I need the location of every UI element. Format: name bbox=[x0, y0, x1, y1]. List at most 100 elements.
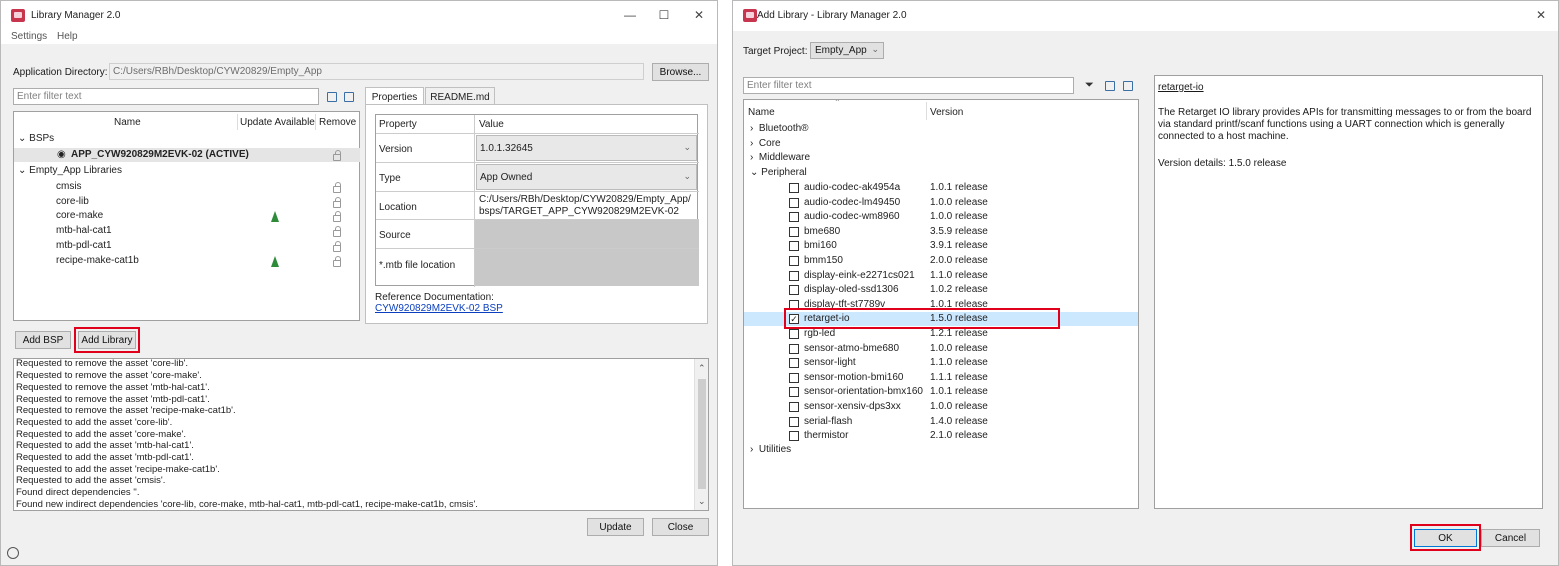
properties-table: Property Value Version 1.0.1.32645 ⌄ Typ… bbox=[375, 114, 699, 287]
chevron-down-icon[interactable]: ⌄ bbox=[18, 133, 26, 144]
library-item[interactable]: recipe-make-cat1b bbox=[56, 254, 139, 268]
library-checkbox[interactable] bbox=[789, 373, 799, 383]
update-button[interactable]: Update bbox=[587, 518, 644, 536]
maximize-icon[interactable]: ☐ bbox=[652, 6, 676, 24]
libraries-group[interactable]: ⌄ Empty_App Libraries bbox=[18, 164, 122, 178]
cancel-button[interactable]: Cancel bbox=[1481, 529, 1540, 547]
collapse-all-icon[interactable] bbox=[327, 92, 337, 102]
bsps-group[interactable]: ⌄ BSPs bbox=[18, 132, 54, 146]
expand-all-icon[interactable] bbox=[1123, 81, 1133, 91]
category-middleware[interactable]: › Middleware bbox=[750, 151, 810, 165]
library-name[interactable]: serial-flash bbox=[804, 415, 852, 429]
header-divider bbox=[315, 114, 316, 130]
library-item[interactable]: core-lib bbox=[56, 195, 89, 209]
library-checkbox[interactable] bbox=[789, 285, 799, 295]
type-select[interactable]: App Owned ⌄ bbox=[476, 164, 697, 190]
library-checkbox[interactable] bbox=[789, 329, 799, 339]
library-name[interactable]: display-oled-ssd1306 bbox=[804, 283, 899, 297]
menu-help[interactable]: Help bbox=[57, 31, 78, 42]
category-peripheral[interactable]: ⌄ Peripheral bbox=[750, 166, 807, 180]
library-checkbox[interactable] bbox=[789, 344, 799, 354]
library-name[interactable]: sensor-motion-bmi160 bbox=[804, 371, 904, 385]
chevron-down-icon[interactable]: ⌄ bbox=[750, 167, 758, 178]
prop-source-label: Source bbox=[379, 230, 411, 241]
ref-doc-link[interactable]: CYW920829M2EVK-02 BSP bbox=[375, 303, 503, 314]
filter-input[interactable]: Enter filter text bbox=[743, 77, 1074, 94]
library-name[interactable]: display-eink-e2271cs021 bbox=[804, 269, 915, 283]
col-name-header[interactable]: Name bbox=[748, 107, 775, 118]
close-icon[interactable]: ✕ bbox=[687, 6, 711, 24]
library-checkbox[interactable] bbox=[789, 198, 799, 208]
library-name[interactable]: audio-codec-lm49450 bbox=[804, 196, 900, 210]
library-checkbox[interactable] bbox=[789, 417, 799, 427]
chevron-right-icon[interactable]: › bbox=[750, 138, 753, 149]
lock-icon bbox=[333, 150, 341, 161]
scroll-up-icon[interactable]: ⌃ bbox=[698, 363, 706, 374]
update-available-icon[interactable] bbox=[271, 256, 279, 267]
library-checkbox[interactable] bbox=[789, 387, 799, 397]
chevron-right-icon[interactable]: › bbox=[750, 444, 753, 455]
browse-button[interactable]: Browse... bbox=[652, 63, 709, 81]
library-name[interactable]: sensor-light bbox=[804, 356, 856, 370]
col-version-header[interactable]: Version bbox=[930, 107, 963, 118]
log-line: Requested to remove the asset 'core-make… bbox=[16, 370, 202, 381]
menu-settings[interactable]: Settings bbox=[11, 31, 47, 42]
target-project-select[interactable]: Empty_App ⌄ bbox=[810, 42, 884, 59]
library-checkbox[interactable] bbox=[789, 271, 799, 281]
prop-type-label: Type bbox=[379, 173, 401, 184]
library-name[interactable]: bmm150 bbox=[804, 254, 843, 268]
library-checkbox[interactable] bbox=[789, 402, 799, 412]
log-line: Requested to remove the asset 'mtb-pdl-c… bbox=[16, 394, 210, 405]
tab-readme[interactable]: README.md bbox=[425, 87, 495, 105]
scroll-thumb[interactable] bbox=[698, 379, 706, 489]
library-version: 1.0.0 release bbox=[930, 197, 988, 208]
library-name[interactable]: sensor-xensiv-dps3xx bbox=[804, 400, 901, 414]
collapse-all-icon[interactable] bbox=[1105, 81, 1115, 91]
close-button[interactable]: Close bbox=[652, 518, 709, 536]
library-item[interactable]: mtb-pdl-cat1 bbox=[56, 239, 112, 253]
filter-placeholder: Enter filter text bbox=[17, 91, 82, 102]
chevron-down-icon[interactable]: ⌄ bbox=[18, 165, 26, 176]
tab-properties[interactable]: Properties bbox=[365, 87, 424, 105]
library-name[interactable]: audio-codec-ak4954a bbox=[804, 181, 900, 195]
version-select[interactable]: 1.0.1.32645 ⌄ bbox=[476, 135, 697, 161]
globe-icon[interactable] bbox=[7, 547, 19, 559]
library-name[interactable]: bme680 bbox=[804, 225, 840, 239]
expand-all-icon[interactable] bbox=[344, 92, 354, 102]
library-item[interactable]: cmsis bbox=[56, 180, 82, 194]
library-name[interactable]: thermistor bbox=[804, 429, 848, 443]
library-checkbox[interactable] bbox=[789, 256, 799, 266]
library-item[interactable]: core-make bbox=[56, 209, 103, 223]
ok-highlight bbox=[1410, 524, 1481, 551]
library-checkbox[interactable] bbox=[789, 358, 799, 368]
add-bsp-button[interactable]: Add BSP bbox=[15, 331, 71, 349]
library-checkbox[interactable] bbox=[789, 241, 799, 251]
filter-icon[interactable]: ⏷ bbox=[1085, 79, 1094, 92]
window-title: Library Manager 2.0 bbox=[31, 10, 121, 21]
category-utilities[interactable]: › Utilities bbox=[750, 443, 791, 457]
library-checkbox[interactable] bbox=[789, 227, 799, 237]
chevron-right-icon[interactable]: › bbox=[750, 123, 753, 134]
scroll-down-icon[interactable]: ⌄ bbox=[698, 496, 706, 507]
category-core[interactable]: › Core bbox=[750, 137, 781, 151]
library-name[interactable]: bmi160 bbox=[804, 239, 837, 253]
library-checkbox[interactable] bbox=[789, 431, 799, 441]
col-remove-header[interactable]: Remove bbox=[319, 117, 356, 128]
library-name[interactable]: audio-codec-wm8960 bbox=[804, 210, 900, 224]
update-available-icon[interactable] bbox=[271, 211, 279, 222]
library-item[interactable]: mtb-hal-cat1 bbox=[56, 224, 112, 238]
log-scrollbar[interactable]: ⌃ ⌄ bbox=[694, 359, 708, 510]
library-name[interactable]: sensor-atmo-bme680 bbox=[804, 342, 899, 356]
minimize-icon[interactable]: — bbox=[618, 6, 642, 24]
filter-input[interactable]: Enter filter text bbox=[13, 88, 319, 105]
library-name[interactable]: rgb-led bbox=[804, 327, 835, 341]
detail-title: retarget-io bbox=[1158, 82, 1204, 93]
library-checkbox[interactable] bbox=[789, 183, 799, 193]
category-bluetooth[interactable]: › Bluetooth® bbox=[750, 122, 809, 136]
library-checkbox[interactable] bbox=[789, 212, 799, 222]
library-name[interactable]: sensor-orientation-bmx160 bbox=[804, 385, 923, 399]
col-update-header[interactable]: Update Available bbox=[240, 117, 315, 128]
close-icon[interactable]: ✕ bbox=[1529, 6, 1553, 24]
chevron-right-icon[interactable]: › bbox=[750, 152, 753, 163]
col-name-header[interactable]: Name bbox=[114, 117, 141, 128]
